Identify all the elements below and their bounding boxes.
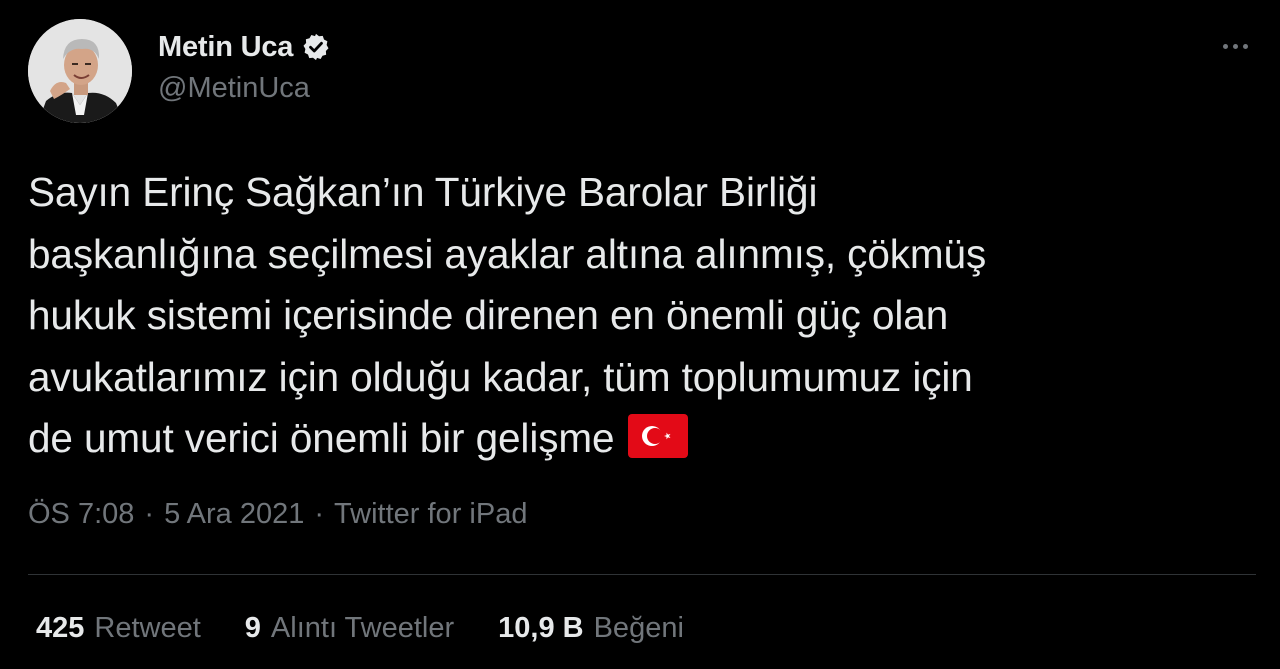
author-display-name[interactable]: Metin Uca	[158, 31, 293, 64]
tweet-text-line: başkanlığına seçilmesi ayaklar altına al…	[28, 230, 987, 277]
tweet-text-line: de umut verici önemli bir gelişme	[28, 415, 615, 461]
author-handle[interactable]: @MetinUca	[158, 72, 310, 105]
quotes-count: 9	[244, 612, 261, 644]
tweet-date[interactable]: 5 Ara 2021	[164, 498, 304, 531]
author-name-row: Metin Uca	[158, 27, 331, 67]
quotes-label: Alıntı Tweetler	[270, 612, 455, 644]
avatar-photo-icon	[28, 19, 132, 123]
meta-separator: ·	[314, 498, 325, 530]
tweet-text-last-line: de umut verici önemli bir gelişme	[28, 408, 1238, 470]
tweet-text-line: avukatlarımız için olduğu kadar, tüm top…	[28, 353, 973, 400]
tweet-text: Sayın Erinç Sağkan’ın Türkiye Barolar Bi…	[28, 162, 1238, 470]
turkey-flag-icon	[628, 414, 689, 458]
tweet-time[interactable]: ÖS 7:08	[28, 498, 134, 531]
more-options-icon[interactable]	[1212, 34, 1258, 58]
tweet-source[interactable]: Twitter for iPad	[334, 498, 527, 531]
tweet-text-line: Sayın Erinç Sağkan’ın Türkiye Barolar Bi…	[28, 169, 818, 215]
divider	[28, 574, 1256, 575]
likes-label: Beğeni	[593, 612, 684, 644]
tweet-text-line: hukuk sistemi içerisinde direnen en önem…	[28, 292, 949, 338]
tweet-meta: ÖS 7:08 · 5 Ara 2021 · Twitter for iPad	[28, 498, 527, 531]
likes-stat[interactable]: 10,9 B Beğeni	[498, 612, 684, 645]
tweet-detail: Metin Uca @MetinUca Sayın Erinç Sağkan’ı…	[0, 0, 1280, 669]
meta-separator: ·	[144, 498, 155, 530]
tweet-stats: 425 Retweet 9 Alıntı Tweetler 10,9 B Beğ…	[36, 612, 728, 645]
retweets-label: Retweet	[94, 612, 201, 644]
likes-count: 10,9 B	[498, 612, 584, 644]
avatar[interactable]	[28, 19, 132, 123]
verified-badge-icon	[301, 32, 331, 62]
retweets-count: 425	[36, 612, 85, 644]
quotes-stat[interactable]: 9 Alıntı Tweetler	[245, 612, 454, 645]
retweets-stat[interactable]: 425 Retweet	[36, 612, 201, 645]
